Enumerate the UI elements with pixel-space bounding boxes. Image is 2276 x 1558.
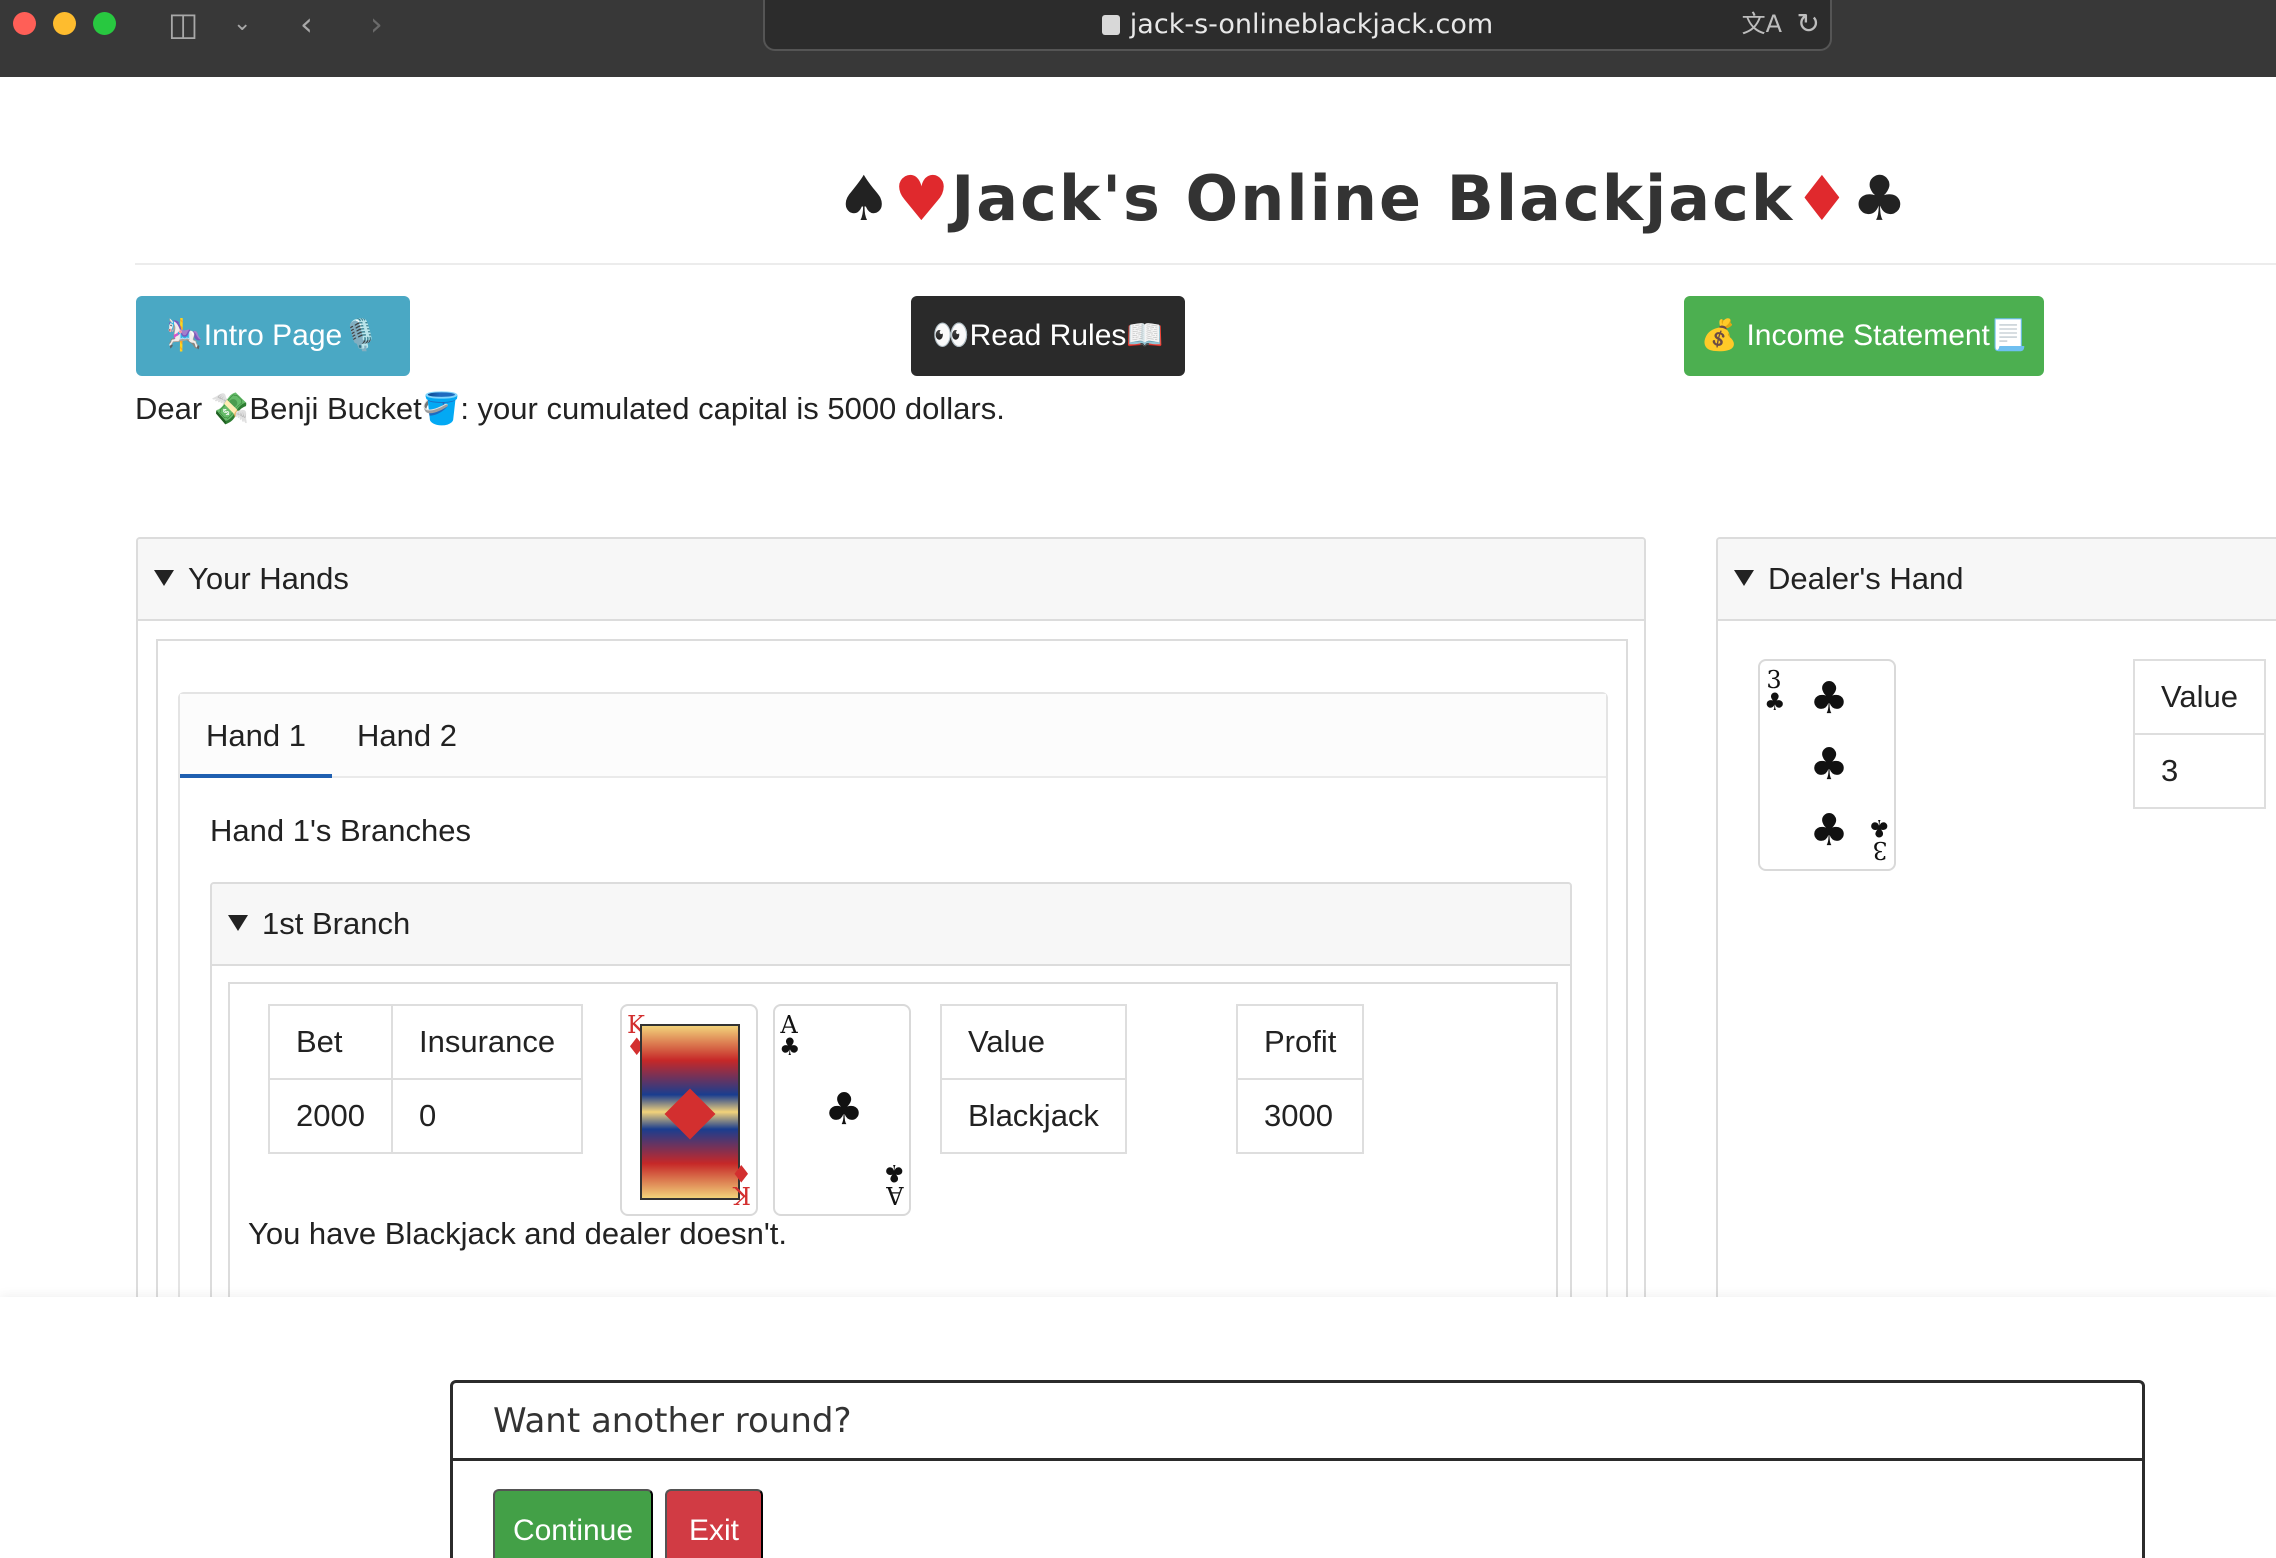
club-icon: ♣ xyxy=(1851,162,1910,235)
dealer-hand-header[interactable]: Dealer's Hand xyxy=(1718,539,2276,621)
greeting-suffix: : your cumulated capital is 5000 dollars… xyxy=(460,391,1005,426)
close-window-button[interactable] xyxy=(13,12,36,35)
read-rules-button[interactable]: 👀Read Rules📖 xyxy=(911,296,1185,376)
king-face-art xyxy=(640,1024,740,1200)
income-statement-button[interactable]: 💰 Income Statement📃 xyxy=(1684,296,2044,376)
minimize-window-button[interactable] xyxy=(53,12,76,35)
dialog-title: Want another round? xyxy=(453,1383,2142,1461)
bet-header: Bet xyxy=(268,1004,393,1080)
hand-value: Blackjack xyxy=(940,1078,1127,1154)
diamond-icon: ♦ xyxy=(1794,162,1852,235)
card-index: 3 ♣ xyxy=(1868,814,1890,864)
branch-title: 1st Branch xyxy=(262,906,411,941)
insurance-value: 0 xyxy=(390,1078,584,1154)
dealer-hand-title: Dealer's Hand xyxy=(1768,561,1964,596)
tab-strip: Hand 1 Hand 2 xyxy=(180,694,1606,778)
browser-toolbar: ◫ ⌄ ‹ › jack-s-onlineblackjack.com 文A ↻ xyxy=(0,0,2276,77)
dealer-value-table: Value 3 xyxy=(2133,659,2266,809)
caret-down-icon xyxy=(1734,570,1754,586)
branch-header[interactable]: 1st Branch xyxy=(212,884,1570,966)
intro-page-button[interactable]: 🎠Intro Page🎙️ xyxy=(136,296,410,376)
tab-hand-1[interactable]: Hand 1 xyxy=(180,694,332,778)
forward-arrow-icon[interactable]: › xyxy=(370,6,383,42)
another-round-dialog: Want another round? Continue Exit xyxy=(450,1380,2145,1558)
profit-header: Profit xyxy=(1235,1004,1365,1080)
club-pip-icon: ♣ xyxy=(824,1084,864,1135)
exit-button[interactable]: Exit xyxy=(665,1489,763,1558)
card-index: 3 ♣ xyxy=(1764,666,1786,716)
branches-title: Hand 1's Branches xyxy=(210,813,471,848)
caret-down-icon xyxy=(228,915,248,931)
player-name: 💸Benji Bucket🪣 xyxy=(210,391,461,426)
page: ♠♥Jack's Online Blackjack♦♣ 🎠Intro Page🎙… xyxy=(0,77,2276,1558)
greeting-prefix: Dear xyxy=(135,391,211,426)
url-text: jack-s-onlineblackjack.com xyxy=(1129,9,1494,40)
dealer-value: 3 xyxy=(2133,733,2266,809)
reload-icon[interactable]: ↻ xyxy=(1797,6,1820,42)
bet-insurance-table: Bet Insurance 2000 0 xyxy=(268,1004,584,1154)
page-title: ♠♥Jack's Online Blackjack♦♣ xyxy=(836,159,1907,239)
zoom-window-button[interactable] xyxy=(93,12,116,35)
card-index: A ♣ xyxy=(883,1159,905,1209)
dealer-value-header: Value xyxy=(2133,659,2266,735)
heart-icon: ♥ xyxy=(893,162,952,235)
divider xyxy=(135,263,2276,265)
hand-result-text: You have Blackjack and dealer doesn't. xyxy=(248,1216,788,1251)
spade-icon: ♠ xyxy=(836,162,894,235)
playing-card-king-of-diamonds: K ♦ K ♦ xyxy=(620,1004,758,1216)
chevron-down-icon[interactable]: ⌄ xyxy=(233,6,251,42)
back-arrow-icon[interactable]: ‹ xyxy=(300,6,313,42)
your-hands-title: Your Hands xyxy=(188,561,349,596)
value-header: Value xyxy=(940,1004,1127,1080)
card-index: K ♦ xyxy=(730,1159,752,1209)
address-bar[interactable]: jack-s-onlineblackjack.com 文A ↻ xyxy=(763,0,1832,51)
bet-value: 2000 xyxy=(268,1078,393,1154)
profit-value: 3000 xyxy=(1235,1078,1365,1154)
playing-card-three-of-clubs: 3 ♣ ♣ ♣ ♣ 3 ♣ xyxy=(1758,659,1896,871)
insurance-header: Insurance xyxy=(390,1004,584,1080)
translate-icon[interactable]: 文A xyxy=(1742,6,1782,42)
hand-value-table: Value Blackjack xyxy=(940,1004,1127,1154)
title-text: Jack's Online Blackjack xyxy=(951,162,1795,235)
caret-down-icon xyxy=(154,570,174,586)
club-pip-icon: ♣ xyxy=(1809,805,1849,856)
sidebar-toggle-icon[interactable]: ◫ xyxy=(168,6,198,42)
your-hands-header[interactable]: Your Hands xyxy=(138,539,1644,621)
lock-icon xyxy=(1101,15,1120,35)
playing-card-ace-of-clubs: A ♣ ♣ A ♣ xyxy=(773,1004,911,1216)
card-index: A ♣ xyxy=(779,1011,801,1061)
club-pip-icon: ♣ xyxy=(1809,673,1849,724)
club-pip-icon: ♣ xyxy=(1809,739,1849,790)
profit-table: Profit 3000 xyxy=(1235,1004,1365,1154)
continue-button[interactable]: Continue xyxy=(493,1489,653,1558)
capital-greeting: Dear 💸Benji Bucket🪣: your cumulated capi… xyxy=(135,387,1005,431)
tab-hand-2[interactable]: Hand 2 xyxy=(332,694,482,778)
